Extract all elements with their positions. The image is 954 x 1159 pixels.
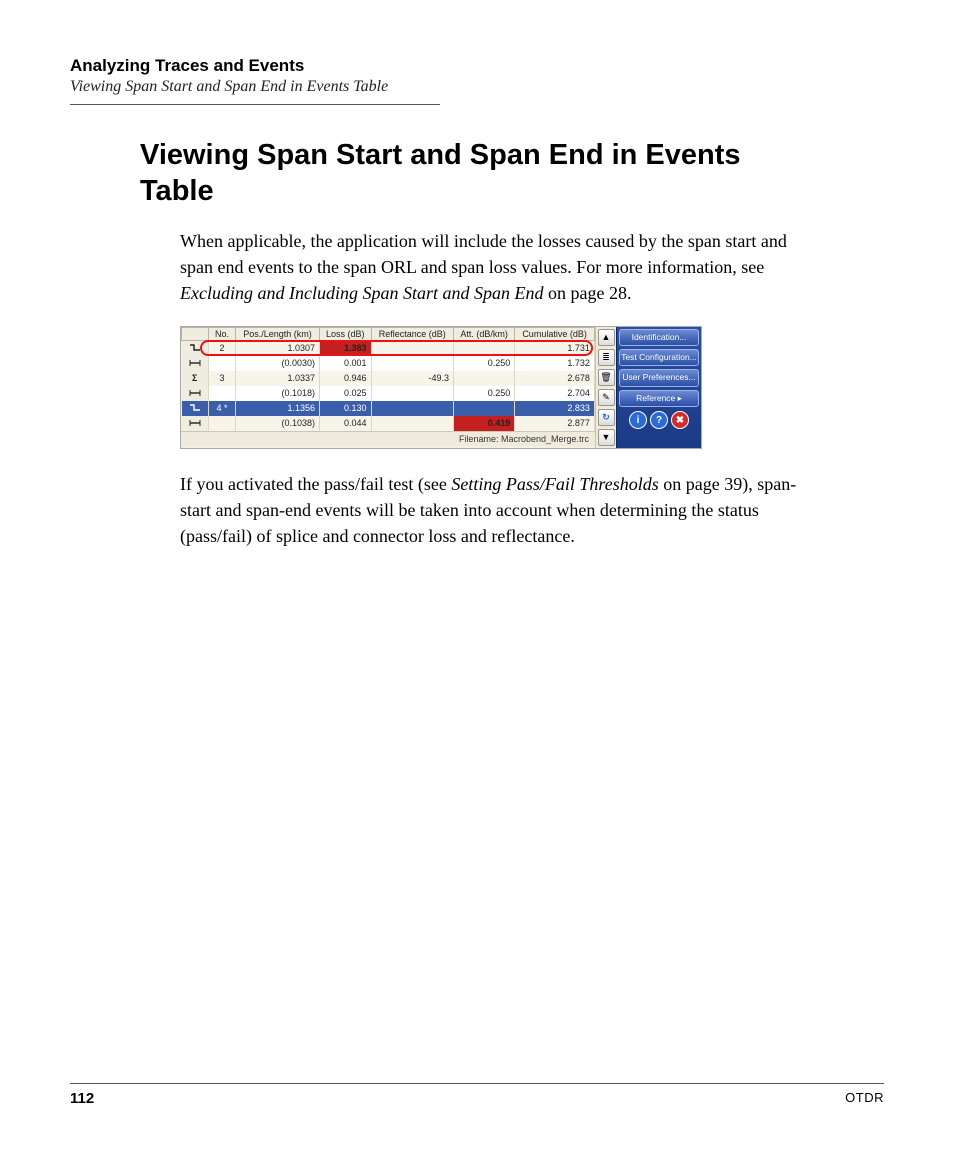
cell-refl: [371, 340, 453, 356]
events-header-row: No. Pos./Length (km) Loss (dB) Reflectan…: [182, 327, 596, 340]
col-pos[interactable]: Pos./Length (km): [236, 327, 320, 340]
col-refl[interactable]: Reflectance (dB): [371, 327, 453, 340]
section-heading: Viewing Span Start and Span End in Event…: [140, 137, 780, 210]
cell-att: [453, 371, 514, 386]
para1-ref: Excluding and Including Span Start and S…: [180, 283, 543, 303]
cell-no: [209, 386, 236, 401]
identification-button[interactable]: Identification...: [619, 329, 699, 346]
events-table: No. Pos./Length (km) Loss (dB) Reflectan…: [181, 327, 595, 431]
footer-rule: [70, 1083, 884, 1084]
cell-cum: 1.732: [515, 356, 595, 371]
cell-loss: 0.025: [320, 386, 372, 401]
close-icon[interactable]: ✖: [671, 411, 689, 429]
table-row[interactable]: (0.1018) 0.025 0.250 2.704: [182, 386, 596, 401]
cell-att-fail: 0.419: [453, 416, 514, 431]
delete-button[interactable]: 🗑: [598, 369, 615, 386]
cell-no: 2: [209, 340, 236, 356]
detail-button[interactable]: ≣: [598, 349, 615, 366]
cell-refl: [371, 356, 453, 371]
cell-att: [453, 340, 514, 356]
table-tool-column: ▲ ≣ 🗑 ✎ ↻ ▼: [595, 327, 616, 448]
edit-button[interactable]: ✎: [598, 389, 615, 406]
header-rule: [70, 104, 440, 105]
cell-att: 0.250: [453, 356, 514, 371]
paragraph-1: When applicable, the application will in…: [180, 228, 820, 306]
footer-label: OTDR: [845, 1090, 884, 1107]
cell-loss: 0.946: [320, 371, 372, 386]
cell-att: 0.250: [453, 386, 514, 401]
section-icon: [182, 386, 209, 401]
cell-loss: 0.001: [320, 356, 372, 371]
cell-no: 4 *: [209, 401, 236, 416]
cell-cum: 2.877: [515, 416, 595, 431]
sigma-icon: Σ: [182, 371, 209, 386]
cell-refl: [371, 416, 453, 431]
section-icon: [182, 416, 209, 431]
col-att[interactable]: Att. (dB/km): [453, 327, 514, 340]
splice-icon: [182, 340, 209, 356]
para1-text-a: When applicable, the application will in…: [180, 231, 787, 277]
cell-cum: 2.678: [515, 371, 595, 386]
col-cum[interactable]: Cumulative (dB): [515, 327, 595, 340]
para2-text-a: If you activated the pass/fail test (see: [180, 474, 451, 494]
cell-refl: [371, 401, 453, 416]
section-icon: [182, 356, 209, 371]
filename-bar: Filename: Macrobend_Merge.trc: [181, 431, 595, 446]
cell-no: [209, 356, 236, 371]
test-configuration-button[interactable]: Test Configuration...: [619, 349, 699, 366]
table-row[interactable]: (0.1038) 0.044 0.419 2.877: [182, 416, 596, 431]
cell-att: [453, 401, 514, 416]
col-loss[interactable]: Loss (dB): [320, 327, 372, 340]
reference-button[interactable]: Reference ▸: [619, 390, 699, 407]
cell-refl: [371, 386, 453, 401]
cell-pos: (0.1018): [236, 386, 320, 401]
table-row[interactable]: 2 1.0307 1.383 1.731: [182, 340, 596, 356]
page-number: 112: [70, 1090, 94, 1107]
cell-cum: 2.704: [515, 386, 595, 401]
refresh-button[interactable]: ↻: [598, 409, 615, 426]
cell-loss: 0.044: [320, 416, 372, 431]
side-panel: Identification... Test Configuration... …: [616, 327, 701, 448]
cell-loss: 0.130: [320, 401, 372, 416]
scroll-up-button[interactable]: ▲: [598, 329, 615, 346]
cell-pos: 1.0307: [236, 340, 320, 356]
table-row[interactable]: Σ 3 1.0337 0.946 -49.3 2.678: [182, 371, 596, 386]
page-footer: 112 OTDR: [70, 1083, 884, 1107]
cell-pos: (0.0030): [236, 356, 320, 371]
para2-ref: Setting Pass/Fail Thresholds: [451, 474, 658, 494]
splice-icon: [182, 401, 209, 416]
paragraph-2: If you activated the pass/fail test (see…: [180, 471, 820, 549]
cell-pos: 1.1356: [236, 401, 320, 416]
user-preferences-button[interactable]: User Preferences...: [619, 369, 699, 386]
cell-cum: 2.833: [515, 401, 595, 416]
chapter-title: Analyzing Traces and Events: [70, 56, 884, 76]
cell-refl: -49.3: [371, 371, 453, 386]
events-table-screenshot: No. Pos./Length (km) Loss (dB) Reflectan…: [180, 326, 702, 449]
cell-pos: (0.1038): [236, 416, 320, 431]
cell-loss-fail: 1.383: [320, 340, 372, 356]
table-row[interactable]: (0.0030) 0.001 0.250 1.732: [182, 356, 596, 371]
help-icon[interactable]: ?: [650, 411, 668, 429]
cell-cum: 1.731: [515, 340, 595, 356]
para1-text-b: on page 28.: [543, 283, 631, 303]
col-no[interactable]: No.: [209, 327, 236, 340]
cell-no: 3: [209, 371, 236, 386]
cell-pos: 1.0337: [236, 371, 320, 386]
cell-no: [209, 416, 236, 431]
running-subtitle: Viewing Span Start and Span End in Event…: [70, 78, 884, 96]
info-icon[interactable]: i: [629, 411, 647, 429]
scroll-down-button[interactable]: ▼: [598, 429, 615, 446]
table-row-selected[interactable]: 4 * 1.1356 0.130 2.833: [182, 401, 596, 416]
